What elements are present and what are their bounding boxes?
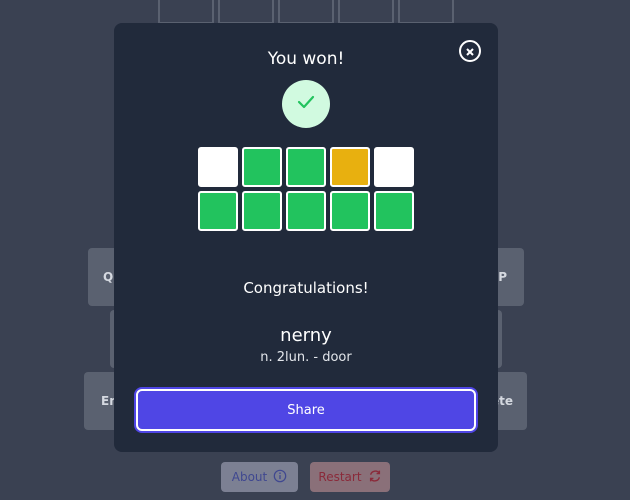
success-badge bbox=[282, 80, 330, 128]
share-label: Share bbox=[287, 402, 325, 418]
grid-tile-absent bbox=[198, 147, 238, 187]
word-definition: n. 2lun. - door bbox=[260, 350, 352, 365]
modal-title: You won! bbox=[267, 49, 345, 69]
grid-tile-absent bbox=[374, 147, 414, 187]
check-icon bbox=[296, 92, 316, 116]
info-icon bbox=[273, 469, 287, 486]
board-cell bbox=[398, 0, 454, 24]
win-modal: You won! Congratulations! nerny n. 2lun.… bbox=[114, 23, 498, 452]
grid-tile-correct bbox=[374, 191, 414, 231]
share-button[interactable]: Share bbox=[136, 389, 476, 431]
grid-tile-correct bbox=[286, 191, 326, 231]
restart-label: Restart bbox=[318, 470, 362, 484]
about-button[interactable]: About bbox=[221, 462, 298, 492]
board-cell bbox=[158, 0, 214, 24]
grid-tile-correct bbox=[330, 191, 370, 231]
grid-tile-correct bbox=[286, 147, 326, 187]
grid-tile-correct bbox=[198, 191, 238, 231]
restart-button[interactable]: Restart bbox=[310, 462, 390, 492]
about-label: About bbox=[231, 470, 268, 484]
board-cell bbox=[338, 0, 394, 24]
grid-tile-correct bbox=[242, 147, 282, 187]
board-cell bbox=[278, 0, 334, 24]
grid-row bbox=[198, 147, 414, 187]
grid-tile-correct bbox=[242, 191, 282, 231]
board-cell bbox=[218, 0, 274, 24]
refresh-icon bbox=[368, 469, 382, 486]
grid-row bbox=[198, 191, 414, 231]
grid-tile-present bbox=[330, 147, 370, 187]
solution-word: nerny bbox=[280, 325, 332, 346]
congrats-text: Congratulations! bbox=[243, 279, 369, 297]
result-grid bbox=[198, 147, 414, 235]
